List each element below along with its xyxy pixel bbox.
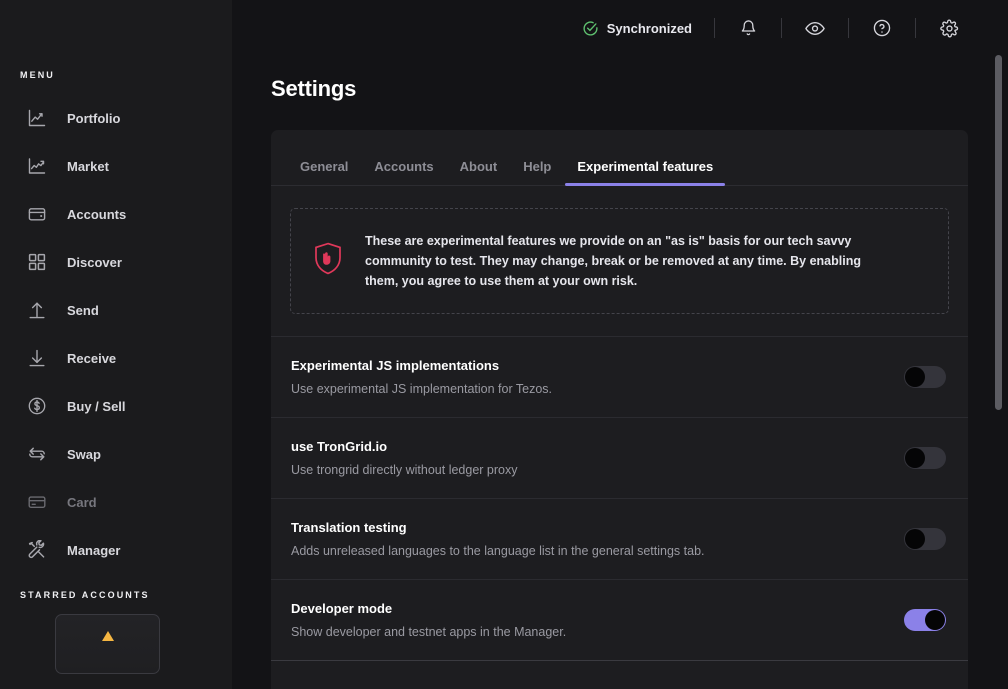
warning-banner-text: These are experimental features we provi… [365,234,861,288]
feature-row: Experimental JS implementations Use exper… [271,336,968,417]
page-title: Settings [271,76,357,101]
feature-row: use TronGrid.io Use trongrid directly wit… [271,417,968,498]
tab-about[interactable]: About [447,159,511,185]
feature-list: Experimental JS implementations Use exper… [271,336,968,660]
feature-title: Translation testing [291,520,407,535]
sidebar-item-label: Portfolio [67,110,121,126]
feature-toggle[interactable] [904,366,946,388]
tab-accounts[interactable]: Accounts [361,159,446,185]
feature-toggle[interactable] [904,528,946,550]
wallet-icon [27,204,47,224]
toggle-knob [905,529,925,549]
grid-icon [27,252,47,272]
sidebar-item-manager[interactable]: Manager [0,526,232,574]
divider [848,18,849,38]
feature-toggle[interactable] [904,447,946,469]
sidebar-item-label: Buy / Sell [67,398,126,414]
settings-tabs: General Accounts About Help Experimental fea… [271,130,968,186]
feature-description: Adds unreleased languages to the languag… [291,544,705,558]
sidebar-item-send[interactable]: Send [0,286,232,334]
feature-text: Translation testing Adds unreleased langu… [291,520,705,558]
feature-description: Use experimental JS implementation for T… [291,382,552,396]
sidebar-item-portfolio[interactable]: Portfolio [0,94,232,142]
divider [915,18,916,38]
sidebar-item-label: Discover [67,254,122,270]
sidebar-item-market[interactable]: Market [0,142,232,190]
tab-general[interactable]: General [287,159,361,185]
experimental-warning-banner: These are experimental features we provi… [290,208,949,314]
chart-line-icon [27,108,47,128]
eye-icon[interactable] [804,17,826,39]
tab-experimental-features[interactable]: Experimental features [564,159,726,186]
scrollbar-track[interactable] [995,0,1005,689]
feature-row: Translation testing Adds unreleased langu… [271,498,968,579]
app-root: MENU Portfolio Market Accounts Discover Send… [0,0,1008,689]
feature-title: Developer mode [291,601,393,616]
toggle-knob [905,367,925,387]
settings-card: General Accounts About Help Experimental fea… [271,130,968,689]
bell-icon[interactable] [737,17,759,39]
arrow-down-icon [27,348,47,368]
sidebar-item-label: Market [67,158,109,174]
sidebar-item-buy-sell[interactable]: Buy / Sell [0,382,232,430]
arrow-up-icon [27,300,47,320]
feature-title: Experimental JS implementations [291,358,500,373]
divider [714,18,715,38]
sidebar-starred-heading: STARRED ACCOUNTS [20,590,150,600]
sync-status-label: Synchronized [606,20,692,36]
toggle-knob [925,610,945,630]
feature-toggle[interactable] [904,609,946,631]
sidebar-item-swap[interactable]: Swap [0,430,232,478]
gear-icon[interactable] [938,17,960,39]
scrollbar-thumb[interactable] [995,55,1002,410]
swap-arrows-icon [27,444,47,464]
divider [781,18,782,38]
feature-text: Developer mode Show developer and testnet… [291,601,566,639]
starred-accounts-section: STARRED ACCOUNTS [0,590,232,674]
sidebar: MENU Portfolio Market Accounts Discover Send… [0,0,232,689]
market-trend-icon [27,156,47,176]
sidebar-item-receive[interactable]: Receive [0,334,232,382]
top-bar: Synchronized [232,0,1008,56]
tab-help[interactable]: Help [510,159,564,185]
main-content: Synchronized Settings General Accounts A… [232,0,1008,689]
sidebar-menu-heading: MENU [20,70,55,80]
feature-title: use TronGrid.io [291,439,388,454]
feature-row: Developer mode Show developer and testnet… [271,579,968,660]
shield-stop-hand-icon [313,242,343,280]
help-circle-icon[interactable] [871,17,893,39]
sidebar-item-label: Accounts [67,206,127,222]
sidebar-item-discover[interactable]: Discover [0,238,232,286]
sidebar-item-label: Manager [67,542,121,558]
starred-account-card[interactable] [55,614,160,674]
sidebar-item-card[interactable]: Card [0,478,232,526]
sidebar-item-accounts[interactable]: Accounts [0,190,232,238]
coin-logo-icon [99,629,117,652]
feature-description: Show developer and testnet apps in the M… [291,625,567,639]
sidebar-item-label: Swap [67,446,101,462]
tools-icon [27,540,47,560]
sidebar-item-label: Send [67,302,99,318]
feature-text: use TronGrid.io Use trongrid directly wit… [291,439,518,477]
credit-card-icon [27,492,47,512]
check-circle-icon [582,20,599,37]
sidebar-nav: Portfolio Market Accounts Discover Send Recei… [0,94,232,574]
sync-status[interactable]: Synchronized [582,20,692,37]
toggle-knob [905,448,925,468]
feature-row-partial [271,660,968,689]
feature-text: Experimental JS implementations Use exper… [291,358,552,396]
sidebar-item-label: Receive [67,350,117,366]
feature-description: Use trongrid directly without ledger pro… [291,463,518,477]
sidebar-item-label: Card [67,494,97,510]
dollar-circle-icon [27,396,47,416]
